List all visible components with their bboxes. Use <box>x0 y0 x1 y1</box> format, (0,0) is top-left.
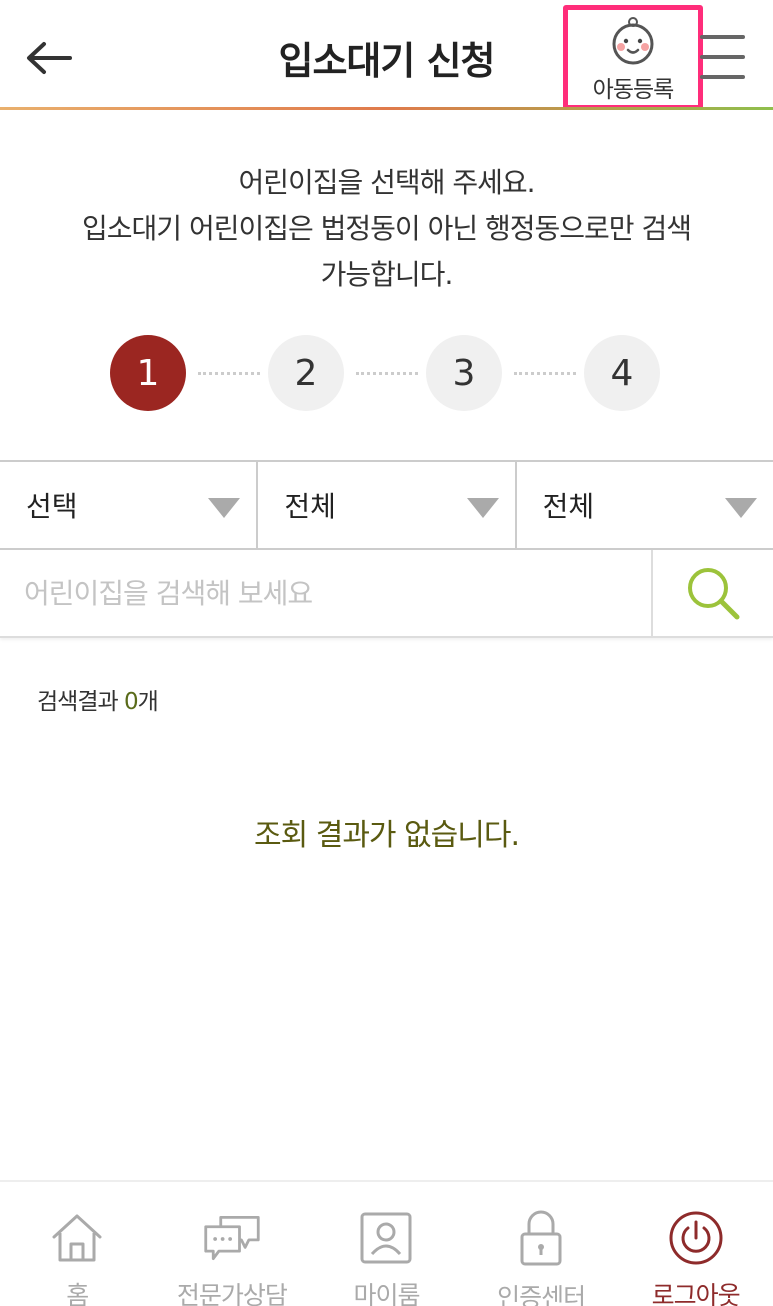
baby-face-icon <box>612 17 654 65</box>
menu-line-icon <box>700 75 745 79</box>
filter-select-district[interactable]: 전체 <box>258 462 517 548</box>
instruction-line-2: 입소대기 어린이집은 법정동이 아닌 행정동으로만 검색 <box>82 212 692 245</box>
menu-line-icon <box>700 55 745 59</box>
filter-value: 전체 <box>284 490 336 523</box>
chat-icon <box>204 1215 260 1261</box>
filter-value: 전체 <box>542 490 595 523</box>
region-filters: 선택 전체 전체 <box>0 460 773 550</box>
nav-item-expert-consult[interactable]: 전문가상담 <box>155 1182 310 1306</box>
nav-item-auth-center[interactable]: 인증센터 <box>464 1182 619 1306</box>
step-4[interactable]: 4 <box>584 335 660 411</box>
result-count: 검색결과 0개 <box>37 682 159 716</box>
empty-results-message: 조회 결과가 없습니다. <box>253 818 520 853</box>
menu-line-icon <box>700 35 745 39</box>
back-button[interactable] <box>20 30 76 86</box>
result-count-number: 0 <box>123 689 139 715</box>
step-indicator: 1 2 3 4 <box>0 335 773 411</box>
home-icon <box>52 1214 102 1262</box>
hamburger-menu-button[interactable] <box>700 35 750 79</box>
back-arrow-icon <box>27 42 72 74</box>
child-register-button[interactable]: 아동등록 <box>563 5 703 110</box>
header-divider <box>0 107 773 110</box>
search-button[interactable] <box>651 550 773 636</box>
nav-label-expert-consult: 전문가상담 <box>176 1281 288 1306</box>
result-count-suffix: 개 <box>137 689 159 715</box>
step-connector <box>514 372 576 375</box>
dropdown-arrow-icon <box>724 498 757 518</box>
user-icon <box>360 1212 412 1264</box>
app-header: 입소대기 신청 아동등록 <box>0 0 773 110</box>
nav-label-auth-center: 인증센터 <box>497 1283 586 1306</box>
filter-select-city[interactable]: 선택 <box>0 462 259 548</box>
nav-item-myroom[interactable]: 마이룸 <box>309 1182 464 1306</box>
step-3[interactable]: 3 <box>426 335 502 411</box>
nav-label-logout: 로그아웃 <box>651 1281 741 1306</box>
nav-item-home[interactable]: 홈 <box>0 1182 155 1306</box>
instruction-line-3: 가능합니다. <box>320 258 454 291</box>
bottom-navigation: 홈 전문가상담 마이룸 인증센터 로그아웃 <box>0 1180 773 1306</box>
step-1[interactable]: 1 <box>110 335 186 411</box>
instruction-line-1: 어린이집을 선택해 주세요. <box>238 166 535 199</box>
instruction-text: 어린이집을 선택해 주세요. 입소대기 어린이집은 법정동이 아닌 행정동으로만… <box>0 160 773 298</box>
dropdown-arrow-icon <box>208 498 241 518</box>
dropdown-arrow-icon <box>466 498 499 518</box>
step-2[interactable]: 2 <box>268 335 344 411</box>
step-connector <box>356 372 418 375</box>
nav-item-logout[interactable]: 로그아웃 <box>618 1182 773 1306</box>
child-register-label: 아동등록 <box>592 77 675 103</box>
search-input[interactable] <box>0 550 651 636</box>
search-bar <box>0 550 773 638</box>
nav-label-home: 홈 <box>66 1281 89 1306</box>
lock-icon <box>520 1210 562 1266</box>
search-icon <box>688 568 740 620</box>
power-icon <box>669 1211 723 1265</box>
nav-label-myroom: 마이룸 <box>353 1281 420 1306</box>
step-connector <box>198 372 260 375</box>
filter-select-dong[interactable]: 전체 <box>517 462 773 548</box>
filter-value: 선택 <box>26 490 78 523</box>
result-count-prefix: 검색결과 <box>37 689 124 715</box>
